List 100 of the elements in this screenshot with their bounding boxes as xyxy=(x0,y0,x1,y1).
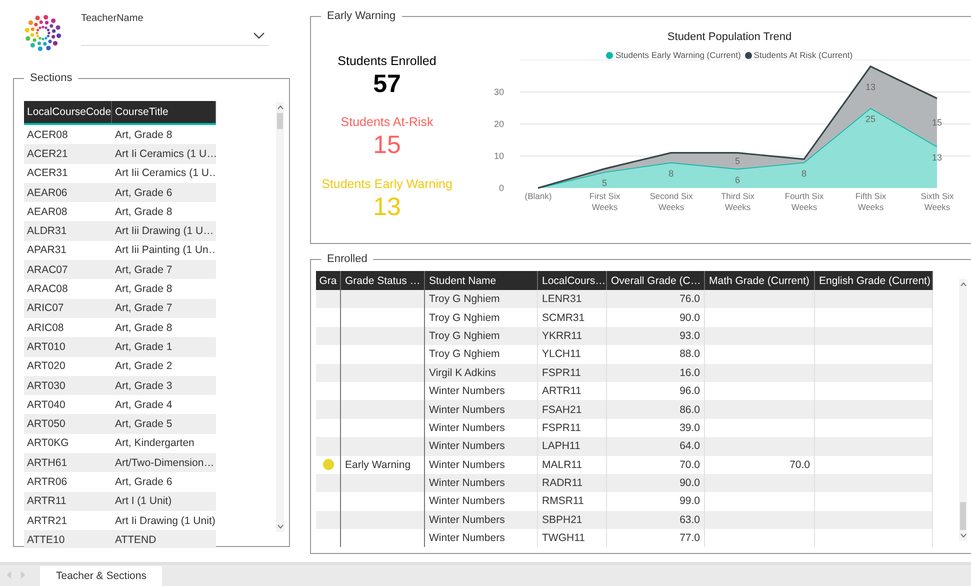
table-cell[interactable]: Art Ii Ceramics (1 U… xyxy=(112,148,216,160)
table-cell: 64.0 xyxy=(680,440,700,452)
table-cell[interactable]: Art, Grade 8 xyxy=(112,206,216,218)
table-cell[interactable]: Art, Grade 2 xyxy=(112,360,216,372)
scrollbar-thumb[interactable] xyxy=(960,502,966,530)
table-cell: ARTR11 xyxy=(542,385,582,398)
table-cell: Winter Numbers xyxy=(429,422,505,434)
data-label: 15 xyxy=(932,117,942,128)
column-header[interactable]: CourseTitle xyxy=(112,101,216,123)
table-cell[interactable]: ACER08 xyxy=(24,128,112,141)
scroll-up-icon[interactable] xyxy=(960,282,966,287)
table-cell: Winter Numbers xyxy=(429,458,505,471)
data-label: 13 xyxy=(866,82,876,92)
table-cell[interactable]: ACER31 xyxy=(24,167,112,180)
y-tick-label: 30 xyxy=(494,87,504,97)
page-tab[interactable]: Teacher & Sections xyxy=(40,566,162,586)
scroll-up-icon[interactable] xyxy=(276,105,284,110)
table-cell: MALR11 xyxy=(542,458,582,471)
table-cell: TWGH11 xyxy=(542,532,585,544)
table-cell[interactable]: ART030 xyxy=(24,380,112,392)
kpi-value: 15 xyxy=(373,131,401,160)
table-cell[interactable]: Art Iii Painting (1 Un… xyxy=(112,244,216,256)
table-cell[interactable]: ARIC08 xyxy=(24,322,112,334)
table-cell[interactable]: Art, Grade 5 xyxy=(112,418,216,430)
scrollbar[interactable] xyxy=(959,279,967,541)
table-cell[interactable]: Art, Kindergarten xyxy=(112,437,216,450)
table-cell[interactable]: ARTH61 xyxy=(24,456,112,469)
section-title: Sections xyxy=(29,72,74,84)
scrollbar[interactable] xyxy=(276,102,284,532)
table-cell: Winter Numbers xyxy=(429,404,505,416)
data-label: 5 xyxy=(602,178,607,188)
table-cell[interactable]: ARTR21 xyxy=(24,514,112,527)
table-cell: 99.0 xyxy=(680,495,700,508)
table-cell: YLCH11 xyxy=(542,348,581,360)
table-cell[interactable]: Art, Grade 4 xyxy=(112,398,216,411)
data-label: 8 xyxy=(802,168,806,178)
table-cell[interactable]: ATTE10 xyxy=(24,534,112,546)
section-title: Early Warning xyxy=(326,10,397,22)
table-cell[interactable]: Art, Grade 8 xyxy=(112,322,216,334)
scrollbar-thumb[interactable] xyxy=(277,113,283,129)
scroll-down-icon[interactable] xyxy=(276,524,284,529)
next-icon[interactable] xyxy=(20,571,26,579)
table-cell[interactable]: AEAR08 xyxy=(24,206,112,218)
column-header[interactable]: LocalCourseCode xyxy=(24,101,112,123)
table-cell[interactable]: ART010 xyxy=(24,340,112,353)
x-axis-label: Fourth Six Weeks xyxy=(784,191,825,213)
table-cell: LAPH11 xyxy=(542,440,580,452)
kpi-value: 57 xyxy=(373,70,401,99)
table-cell[interactable]: ART0KG xyxy=(24,437,112,450)
chart-title: Student Population Trend xyxy=(666,30,793,43)
table-cell: Troy G Nghiem xyxy=(429,348,500,360)
table-cell[interactable]: Art, Grade 3 xyxy=(112,380,216,392)
table-cell: 16.0 xyxy=(680,366,700,379)
table-cell[interactable]: ARIC07 xyxy=(24,302,112,314)
table-cell[interactable]: Art, Grade 7 xyxy=(112,264,216,276)
table-cell[interactable]: ALDR31 xyxy=(24,225,112,238)
table-cell: 93.0 xyxy=(680,330,700,342)
table-cell[interactable]: Art/Two-Dimension… xyxy=(112,456,216,469)
table-cell[interactable]: APAR31 xyxy=(24,244,112,256)
table-cell[interactable]: Art I (1 Unit) xyxy=(112,495,216,508)
table-cell: Winter Numbers xyxy=(429,495,505,508)
table-cell: SBPH21 xyxy=(542,514,582,526)
table-cell[interactable]: Art Iii Ceramics (1 U… xyxy=(112,167,216,180)
table-cell[interactable]: ART050 xyxy=(24,418,112,430)
y-tick-label: 20 xyxy=(494,119,504,129)
table-cell[interactable]: ART040 xyxy=(24,398,112,411)
table-cell: Winter Numbers xyxy=(429,532,505,544)
table-cell: 70.0 xyxy=(680,458,700,471)
kpi-value: 13 xyxy=(373,192,401,222)
table-cell: Winter Numbers xyxy=(429,385,505,398)
table-cell[interactable]: ART020 xyxy=(24,360,112,372)
table-cell: Troy G Nghiem xyxy=(429,293,500,306)
table-cell: 86.0 xyxy=(680,404,700,416)
table-cell: Troy G Nghiem xyxy=(429,330,500,342)
table-cell: SCMR31 xyxy=(542,312,585,324)
table-cell[interactable]: Art, Grade 7 xyxy=(112,302,216,314)
table-cell[interactable]: Art Iii Drawing (1 U… xyxy=(112,225,216,238)
table-cell[interactable]: Art, Grade 8 xyxy=(112,283,216,296)
scroll-down-icon[interactable] xyxy=(960,533,966,538)
table-cell: 70.0 xyxy=(790,458,810,471)
previous-icon[interactable] xyxy=(6,571,12,579)
table-cell[interactable]: Art, Grade 6 xyxy=(112,186,216,199)
table-cell: 77.0 xyxy=(680,532,700,544)
table-cell[interactable]: ARAC07 xyxy=(24,264,112,276)
table-cell: FSAH21 xyxy=(542,404,582,416)
kpi-label: Students Enrolled xyxy=(338,54,436,68)
table-cell: Winter Numbers xyxy=(429,477,505,490)
table-cell[interactable]: AEAR06 xyxy=(24,186,112,199)
table-cell[interactable]: ATTEND xyxy=(112,534,216,546)
table-cell[interactable]: ARTR11 xyxy=(24,495,112,508)
table-cell[interactable]: ARAC08 xyxy=(24,283,112,296)
table-cell[interactable]: Art Ii Drawing (1 Unit) xyxy=(112,514,216,527)
table-cell[interactable]: ACER21 xyxy=(24,148,112,160)
table-cell[interactable]: Art, Grade 1 xyxy=(112,340,216,353)
table-cell[interactable]: Art, Grade 8 xyxy=(112,128,216,141)
table-cell: FSPR11 xyxy=(542,366,581,379)
table-cell[interactable]: ARTR06 xyxy=(24,476,112,488)
table-cell: Early Warning xyxy=(345,458,411,471)
kpi-label: Students Early Warning xyxy=(322,176,452,191)
table-cell[interactable]: Art, Grade 6 xyxy=(112,476,216,488)
